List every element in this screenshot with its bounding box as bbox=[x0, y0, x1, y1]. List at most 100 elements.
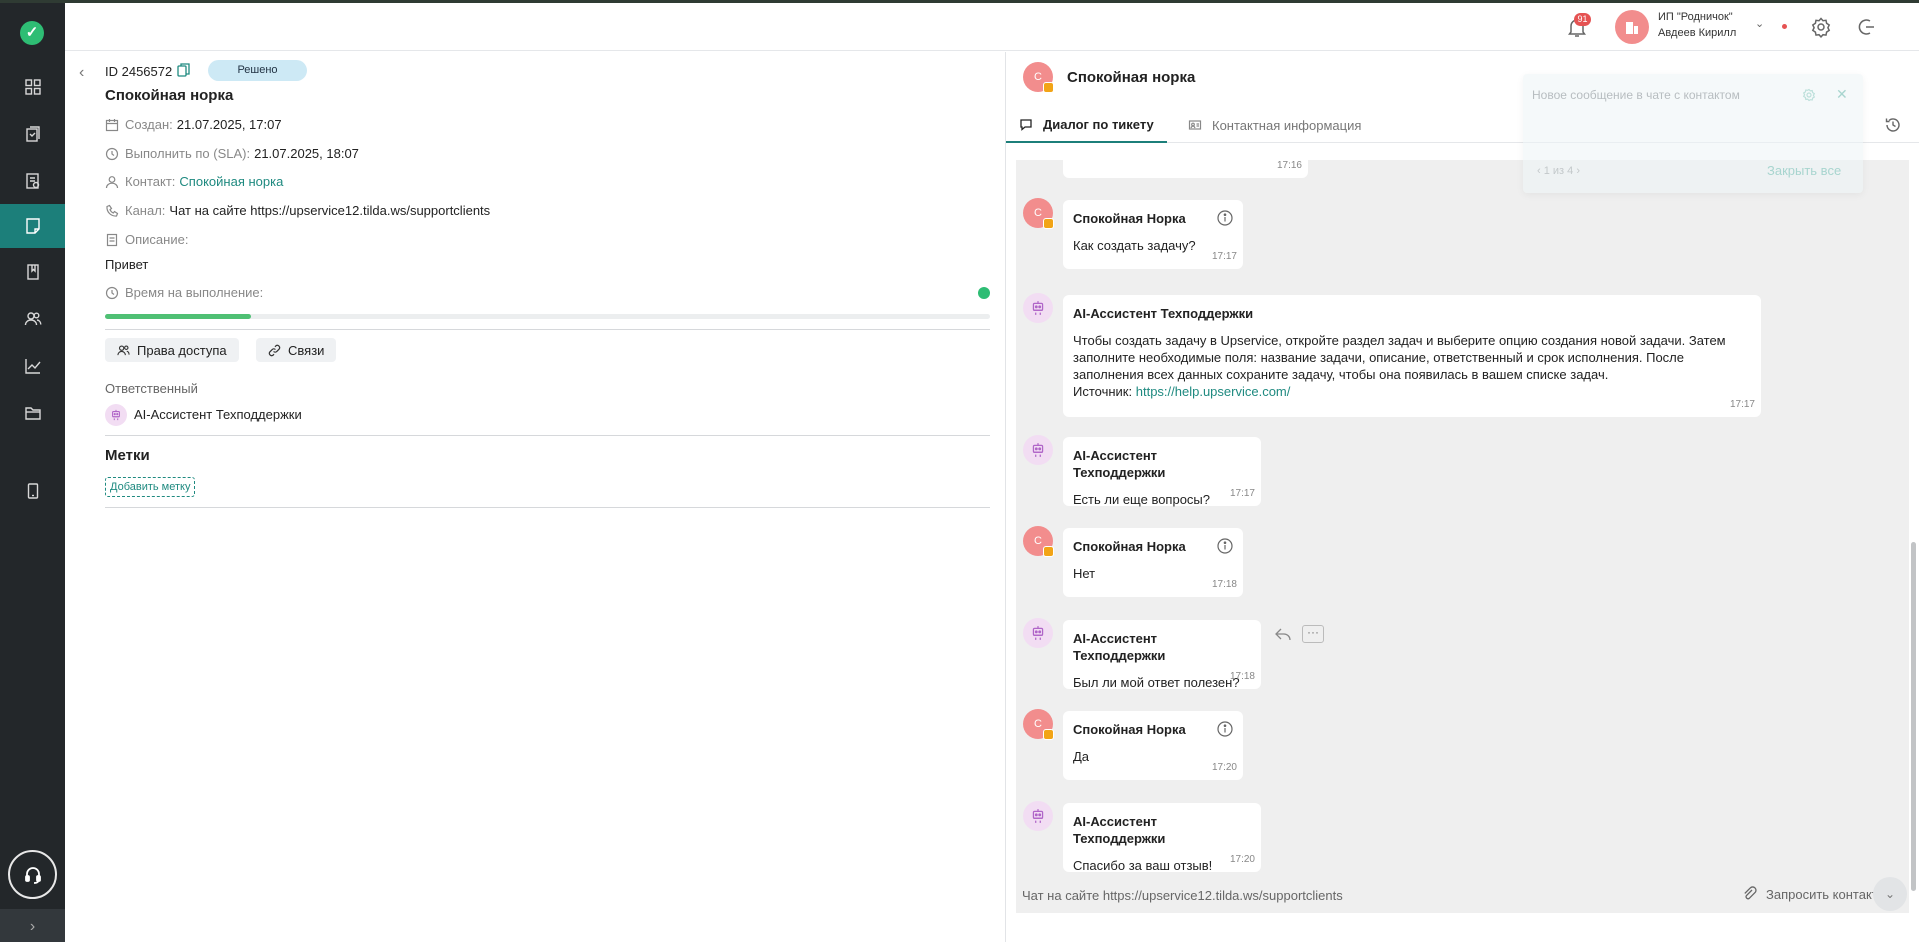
sidebar-item-deals[interactable] bbox=[0, 159, 65, 203]
robot-icon bbox=[112, 409, 120, 421]
message-author: AI-Ассистент Техподдержки bbox=[1073, 306, 1254, 321]
message-author: Спокойная Норка bbox=[1073, 722, 1186, 737]
scroll-down-button[interactable]: ⌄ bbox=[1873, 877, 1907, 911]
message-bubble: AI-Ассистент Техподдержки Спасибо за ваш… bbox=[1063, 803, 1261, 873]
sidebar: ✓ › bbox=[0, 3, 65, 942]
request-contact-button[interactable]: Запросить контакт bbox=[1742, 886, 1894, 902]
reply-icon[interactable] bbox=[1274, 627, 1292, 641]
sidebar-item-contacts[interactable] bbox=[0, 297, 65, 341]
message-text: Да bbox=[1073, 749, 1090, 764]
message-bubble: AI-Ассистент Техподдержки Есть ли еще во… bbox=[1063, 437, 1261, 507]
close-all-button[interactable]: Закрыть все bbox=[1767, 163, 1841, 178]
ticket-title: Спокойная норка bbox=[105, 87, 234, 104]
app-logo[interactable]: ✓ bbox=[20, 21, 44, 45]
calendar-icon bbox=[105, 118, 119, 131]
created-value: 21.07.2025, 17:07 bbox=[176, 117, 282, 132]
divider bbox=[105, 507, 990, 508]
tags-title: Метки bbox=[105, 447, 150, 464]
check-circle-icon bbox=[978, 287, 990, 299]
message-bubble: AI-Ассистент Техподдержки Был ли мой отв… bbox=[1063, 620, 1261, 690]
chevron-right-icon[interactable]: › bbox=[1576, 165, 1580, 177]
back-arrow-icon[interactable]: ‹ bbox=[79, 64, 84, 82]
request-contact-label: Запросить контакт bbox=[1766, 886, 1878, 902]
message-time: 17:17 bbox=[1229, 488, 1255, 499]
history-icon[interactable] bbox=[1884, 116, 1902, 134]
description-field: Описание: bbox=[105, 232, 192, 247]
sidebar-item-folders[interactable] bbox=[0, 391, 65, 435]
gear-icon[interactable] bbox=[1802, 88, 1816, 102]
message-author: AI-Ассистент Техподдержки bbox=[1073, 448, 1166, 480]
tickets-icon bbox=[25, 218, 40, 234]
support-button[interactable] bbox=[8, 850, 57, 899]
message-bubble: Спокойная Норка Нет 17:18 bbox=[1063, 528, 1243, 597]
knowledge-base-icon bbox=[26, 264, 39, 280]
chevron-down-icon[interactable]: ⌄ bbox=[1755, 17, 1764, 30]
sidebar-item-tickets[interactable] bbox=[0, 204, 65, 248]
source-label: Источник: bbox=[1073, 384, 1133, 399]
robot-icon bbox=[1032, 443, 1044, 457]
sidebar-item-mobile[interactable] bbox=[0, 469, 65, 513]
contact-field: Контакт: Спокойная норка bbox=[105, 174, 283, 189]
message-author: AI-Ассистент Техподдержки bbox=[1073, 631, 1166, 663]
close-icon[interactable]: ✕ bbox=[1836, 86, 1848, 103]
link-icon bbox=[268, 344, 281, 356]
gear-icon[interactable] bbox=[1810, 16, 1832, 38]
divider bbox=[105, 329, 990, 330]
sidebar-item-tasks[interactable] bbox=[0, 112, 65, 156]
logout-icon[interactable] bbox=[1855, 16, 1877, 38]
sidebar-item-reports[interactable] bbox=[0, 344, 65, 388]
time-label: Время на выполнение: bbox=[125, 285, 264, 300]
links-button[interactable]: Связи bbox=[256, 338, 337, 362]
access-rights-button[interactable]: Права доступа bbox=[105, 338, 239, 362]
contact-label: Контакт: bbox=[125, 174, 176, 189]
chat-messages-area[interactable]: 17:16 С Спокойная Норка Как создать зада… bbox=[1016, 160, 1909, 913]
sidebar-expand-button[interactable]: › bbox=[0, 909, 65, 942]
chat-scrollbar-thumb[interactable] bbox=[1911, 542, 1916, 891]
message-text: Спасибо за ваш отзыв! bbox=[1073, 858, 1213, 873]
copy-icon[interactable] bbox=[177, 63, 190, 77]
more-options-icon[interactable]: ··· bbox=[1302, 625, 1324, 643]
responsible-label: Ответственный bbox=[105, 381, 198, 396]
notifications-badge: 91 bbox=[1574, 13, 1591, 26]
created-field: Создан: 21.07.2025, 17:07 bbox=[105, 117, 282, 132]
status-badge[interactable]: Решено bbox=[208, 60, 307, 81]
channel-value: Чат на сайте https://upservice12.tilda.w… bbox=[169, 203, 491, 218]
bot-avatar bbox=[1023, 293, 1053, 323]
chat-channel-badge-icon bbox=[1043, 546, 1054, 557]
info-icon[interactable] bbox=[1217, 538, 1233, 554]
chat-scrollbar[interactable] bbox=[1911, 160, 1917, 913]
source-link[interactable]: https://help.upservice.com/ bbox=[1136, 384, 1291, 399]
contacts-icon bbox=[24, 312, 41, 326]
tab-contact-info[interactable]: Контактная информация bbox=[1188, 107, 1361, 143]
description-value: Привет bbox=[105, 257, 149, 272]
clock-icon bbox=[105, 286, 119, 299]
user-icon bbox=[105, 175, 119, 188]
chevron-right-icon: › bbox=[29, 918, 36, 935]
document-icon bbox=[106, 233, 118, 246]
dashboard-icon bbox=[24, 79, 41, 95]
notification-popup: Новое сообщение в чате с контактом ✕ ‹ 1… bbox=[1523, 74, 1863, 193]
add-tag-button[interactable]: Добавить метку bbox=[105, 477, 196, 497]
notification-text: Новое сообщение в чате с контактом bbox=[1532, 88, 1740, 102]
info-icon[interactable] bbox=[1217, 721, 1233, 737]
info-icon[interactable] bbox=[1217, 210, 1233, 226]
org-avatar[interactable] bbox=[1615, 10, 1649, 44]
message-time: 17:16 bbox=[1276, 160, 1302, 171]
sla-label: Выполнить по (SLA): bbox=[125, 146, 251, 161]
message-time: 17:20 bbox=[1211, 762, 1237, 773]
tab-dialog[interactable]: Диалог по тикету bbox=[1006, 107, 1167, 143]
message-text: Есть ли еще вопросы? bbox=[1073, 492, 1211, 507]
sidebar-item-dashboard[interactable] bbox=[0, 65, 65, 109]
chevron-down-icon: ⌄ bbox=[1884, 887, 1896, 901]
sla-value: 21.07.2025, 18:07 bbox=[254, 146, 359, 161]
contact-link[interactable]: Спокойная норка bbox=[179, 174, 283, 189]
responsible-name[interactable]: AI-Ассистент Техподдержки bbox=[134, 407, 302, 422]
sidebar-item-knowledge-base[interactable] bbox=[0, 250, 65, 294]
message-author: Спокойная Норка bbox=[1073, 539, 1186, 554]
divider bbox=[105, 435, 990, 436]
message-author: AI-Ассистент Техподдержки bbox=[1073, 814, 1166, 846]
channel-label: Канал: bbox=[125, 203, 166, 218]
chat-channel-badge-icon bbox=[1043, 729, 1054, 740]
ticket-details-panel: ‹ ID 2456572 Решено Спокойная норка Созд… bbox=[65, 52, 1005, 942]
chevron-left-icon[interactable]: ‹ bbox=[1537, 165, 1541, 177]
